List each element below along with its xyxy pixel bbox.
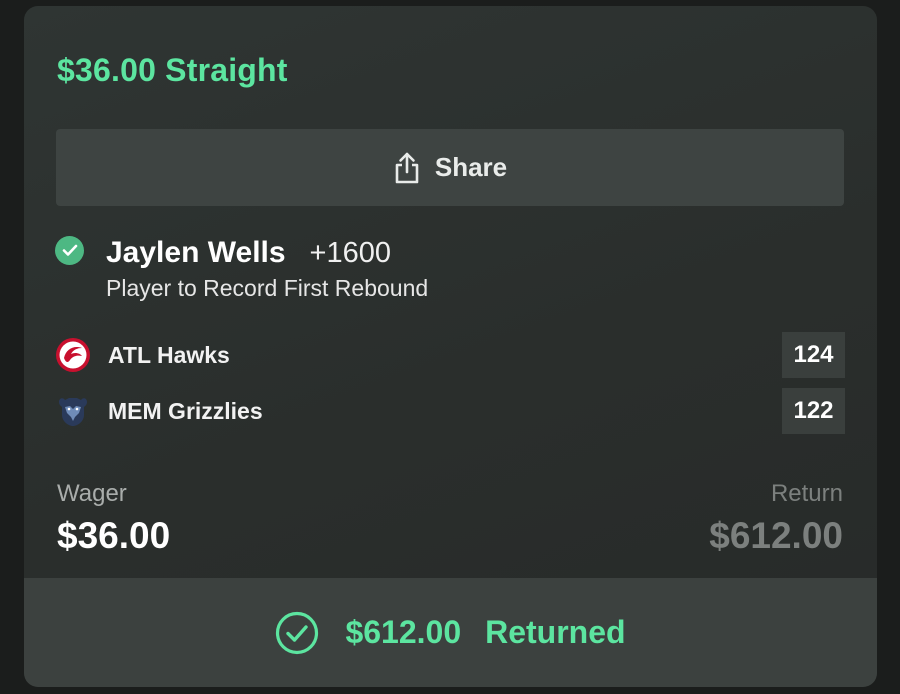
share-icon: [395, 152, 419, 183]
check-circle-icon: [276, 611, 319, 654]
memphis-grizzlies-logo-icon: [59, 398, 87, 426]
return-label: Return: [770, 480, 843, 507]
team-score: 124: [782, 332, 845, 378]
share-label: Share: [434, 152, 508, 182]
team-score: 122: [782, 388, 845, 434]
result-banner: $612.00 Returned: [24, 578, 877, 687]
market-description: Player to Record First Rebound: [106, 275, 429, 301]
result-amount: $612.00: [345, 614, 462, 650]
bet-card: $36.00 Straight Share Jaylen Wells +1600…: [24, 6, 877, 687]
selection-row: Jaylen Wells +1600: [106, 236, 391, 270]
atlanta-hawks-logo-icon: [56, 338, 90, 372]
wager-value: $36.00: [57, 515, 171, 556]
selection-odds: +1600: [309, 237, 391, 269]
team-name: MEM Grizzlies: [108, 397, 263, 424]
team-name: ATL Hawks: [108, 341, 230, 368]
player-name: Jaylen Wells: [106, 236, 286, 269]
bet-title: $36.00 Straight: [57, 52, 288, 88]
winning-check-icon: [55, 236, 84, 265]
wager-label: Wager: [57, 480, 127, 507]
team-row-atl: ATL Hawks 124: [55, 332, 845, 378]
share-button[interactable]: Share: [56, 129, 844, 206]
team-row-mem: MEM Grizzlies 122: [55, 388, 845, 434]
return-value: $612.00: [709, 515, 843, 556]
result-status: Returned: [485, 614, 626, 650]
